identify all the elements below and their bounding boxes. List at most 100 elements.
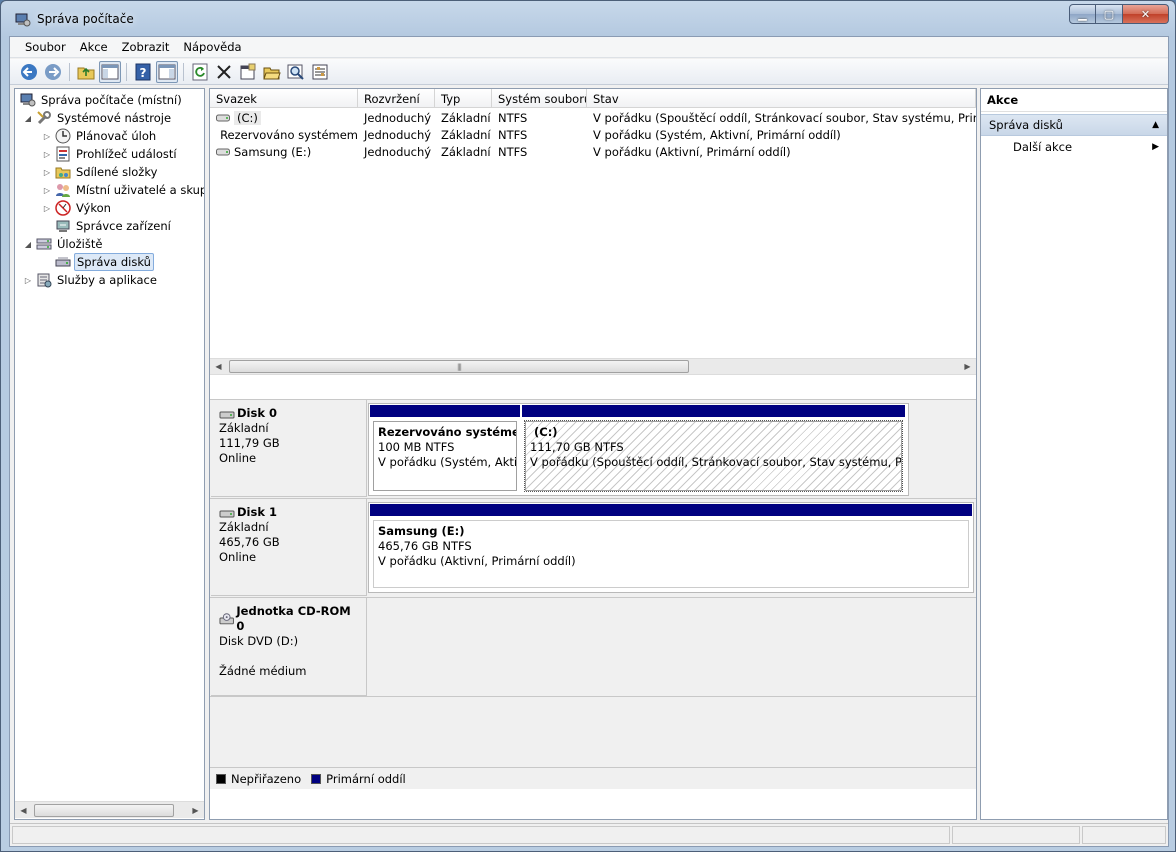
partition-size: 465,76 GB NTFS [378,539,472,553]
scroll-left-icon[interactable]: ◀ [210,358,227,375]
table-row[interactable]: Samsung (E:) Jednoduchý Základní NTFS V … [210,143,976,160]
forward-arrow-icon [45,63,61,80]
back-button[interactable] [18,61,40,83]
scroll-right-icon[interactable]: ▶ [959,358,976,375]
tree-node-label: Správce zařízení [76,219,171,233]
expand-triangle-icon[interactable]: ▷ [23,276,33,285]
partition-system-reserved[interactable]: Rezervováno systémem 100 MB NTFS V pořád… [370,405,520,494]
properties-button[interactable] [237,61,259,83]
users-icon [56,184,70,197]
open-icon [263,67,281,79]
title-bar[interactable]: Správa počítače ▁ ▢ ✕ [1,1,1175,37]
partition-status: V pořádku (Spouštěcí oddíl, Stránkovací … [530,455,902,469]
scroll-track[interactable]: ||| [227,359,959,374]
scroll-right-icon[interactable]: ▶ [187,802,204,819]
disk-name: Disk 1 [219,505,358,520]
menu-file[interactable]: Soubor [18,40,73,54]
scroll-left-icon[interactable]: ◀ [15,802,32,819]
tree-node-label: Sdílené složky [76,165,158,179]
show-hide-action-pane-button[interactable] [156,60,178,83]
refresh-icon [192,63,208,80]
minimize-button[interactable]: ▁ [1069,4,1096,24]
tree-node-local-users[interactable]: ▷ Místní uživatelé a skupiny [42,181,204,199]
cdrom-0-label[interactable]: Jednotka CD-ROM 0 Disk DVD (D:) Žádné mé… [211,598,367,696]
tree-node-services[interactable]: ▷ Služby a aplikace [23,271,159,289]
column-header-filesystem[interactable]: Systém souborů [492,89,587,108]
delete-button[interactable] [213,61,235,83]
search-button[interactable] [285,61,307,83]
window-title: Správa počítače [37,12,134,26]
actions-section-disk-management[interactable]: Správa disků ▲ [981,114,1167,136]
maximize-button[interactable]: ▢ [1096,4,1123,24]
menu-action[interactable]: Akce [73,40,115,54]
disk-size: 465,76 GB [219,535,280,549]
table-row[interactable]: Rezervováno systémem Jednoduchý Základní… [210,126,976,143]
settings-button[interactable] [309,61,331,83]
tree-node-storage[interactable]: ◢ Úložiště [23,235,104,253]
tree-node-shared-folders[interactable]: ▷ Sdílené složky [42,163,159,181]
scroll-track[interactable] [32,803,187,818]
tree-node-label: Výkon [76,201,111,215]
up-button[interactable] [75,61,97,83]
column-header-volume[interactable]: Svazek [210,89,358,108]
collapse-triangle-icon[interactable]: ◢ [23,114,33,123]
column-header-status[interactable]: Stav [587,89,976,108]
open-button[interactable] [261,61,283,83]
partition-samsung-e[interactable]: Samsung (E:) 465,76 GB NTFS V pořádku (A… [370,504,972,591]
tree-node-device-manager[interactable]: Správce zařízení [52,217,173,235]
disk-0-label[interactable]: Disk 0 Základní 111,79 GB Online [211,400,367,497]
menu-help[interactable]: Nápověda [176,40,248,54]
filesystem-cell: NTFS [498,127,528,142]
action-more-actions[interactable]: Další akce ▶ [981,136,1167,158]
help-icon: ? [135,63,151,80]
expand-triangle-icon[interactable]: ▷ [42,186,52,195]
table-row[interactable]: (C:) Jednoduchý Základní NTFS V pořádku … [210,109,976,126]
expand-triangle-icon[interactable]: ▷ [42,150,52,159]
tree-horizontal-scrollbar[interactable]: ◀ ▶ [15,801,204,818]
status-panel-tertiary [1082,826,1166,844]
collapse-triangle-icon[interactable]: ◢ [23,240,33,249]
expand-triangle-icon[interactable]: ▷ [42,204,52,213]
layout-cell: Jednoduchý [364,144,432,159]
scroll-thumb[interactable] [34,803,174,817]
tree-node-system-tools[interactable]: ◢ Systémové nástroje [23,109,173,127]
close-button[interactable]: ✕ [1123,4,1169,24]
device-manager-icon [56,220,70,232]
tree-node-disk-management[interactable]: Správa disků [52,253,154,271]
refresh-button[interactable] [189,61,211,83]
filesystem-cell: NTFS [498,110,528,125]
tree-node-task-scheduler[interactable]: ▷ Plánovač úloh [42,127,158,145]
drive-icon [216,114,230,121]
forward-button[interactable] [42,61,64,83]
scroll-thumb[interactable]: ||| [229,360,689,373]
column-header-type[interactable]: Typ [435,89,492,108]
expand-triangle-icon[interactable]: ▷ [42,132,52,141]
toolbar: ? [10,59,1168,85]
partition-name: Samsung (E:) [378,524,465,538]
menu-view[interactable]: Zobrazit [115,40,177,54]
minimize-icon: ▁ [1078,7,1087,21]
disk-1-label[interactable]: Disk 1 Základní 465,76 GB Online [211,499,367,596]
column-header-layout[interactable]: Rozvržení [358,89,435,108]
partition-c[interactable]: (C:) 111,70 GB NTFS V pořádku (Spouštěcí… [522,405,905,494]
volume-cell: Rezervováno systémem [210,126,358,143]
tree-node-label: Plánovač úloh [76,129,157,143]
partition-size: 111,70 GB NTFS [530,440,624,454]
help-button[interactable]: ? [132,61,154,83]
up-folder-icon [77,67,95,79]
navigation-tree: Správa počítače (místní) ◢ Systémové nás… [15,89,204,799]
disk-name-text: Jednotka CD-ROM 0 [236,604,351,633]
legend-label: Nepřiřazeno [231,771,302,786]
disk-icon [219,510,235,517]
tree-node-performance[interactable]: ▷ Výkon [42,199,113,217]
computer-management-icon [15,13,31,27]
tree-node-event-viewer[interactable]: ▷ Prohlížeč událostí [42,145,179,163]
show-hide-tree-button[interactable] [99,60,121,83]
expand-triangle-icon[interactable]: ▷ [42,168,52,177]
tree-node-root[interactable]: Správa počítače (místní) [17,91,184,109]
volume-list-horizontal-scrollbar[interactable]: ◀ ||| ▶ [210,358,976,375]
status-bar [10,823,1168,846]
collapse-up-icon[interactable]: ▲ [1152,120,1159,130]
services-icon [37,273,52,288]
actions-pane: Akce Správa disků ▲ Další akce ▶ [980,88,1168,820]
